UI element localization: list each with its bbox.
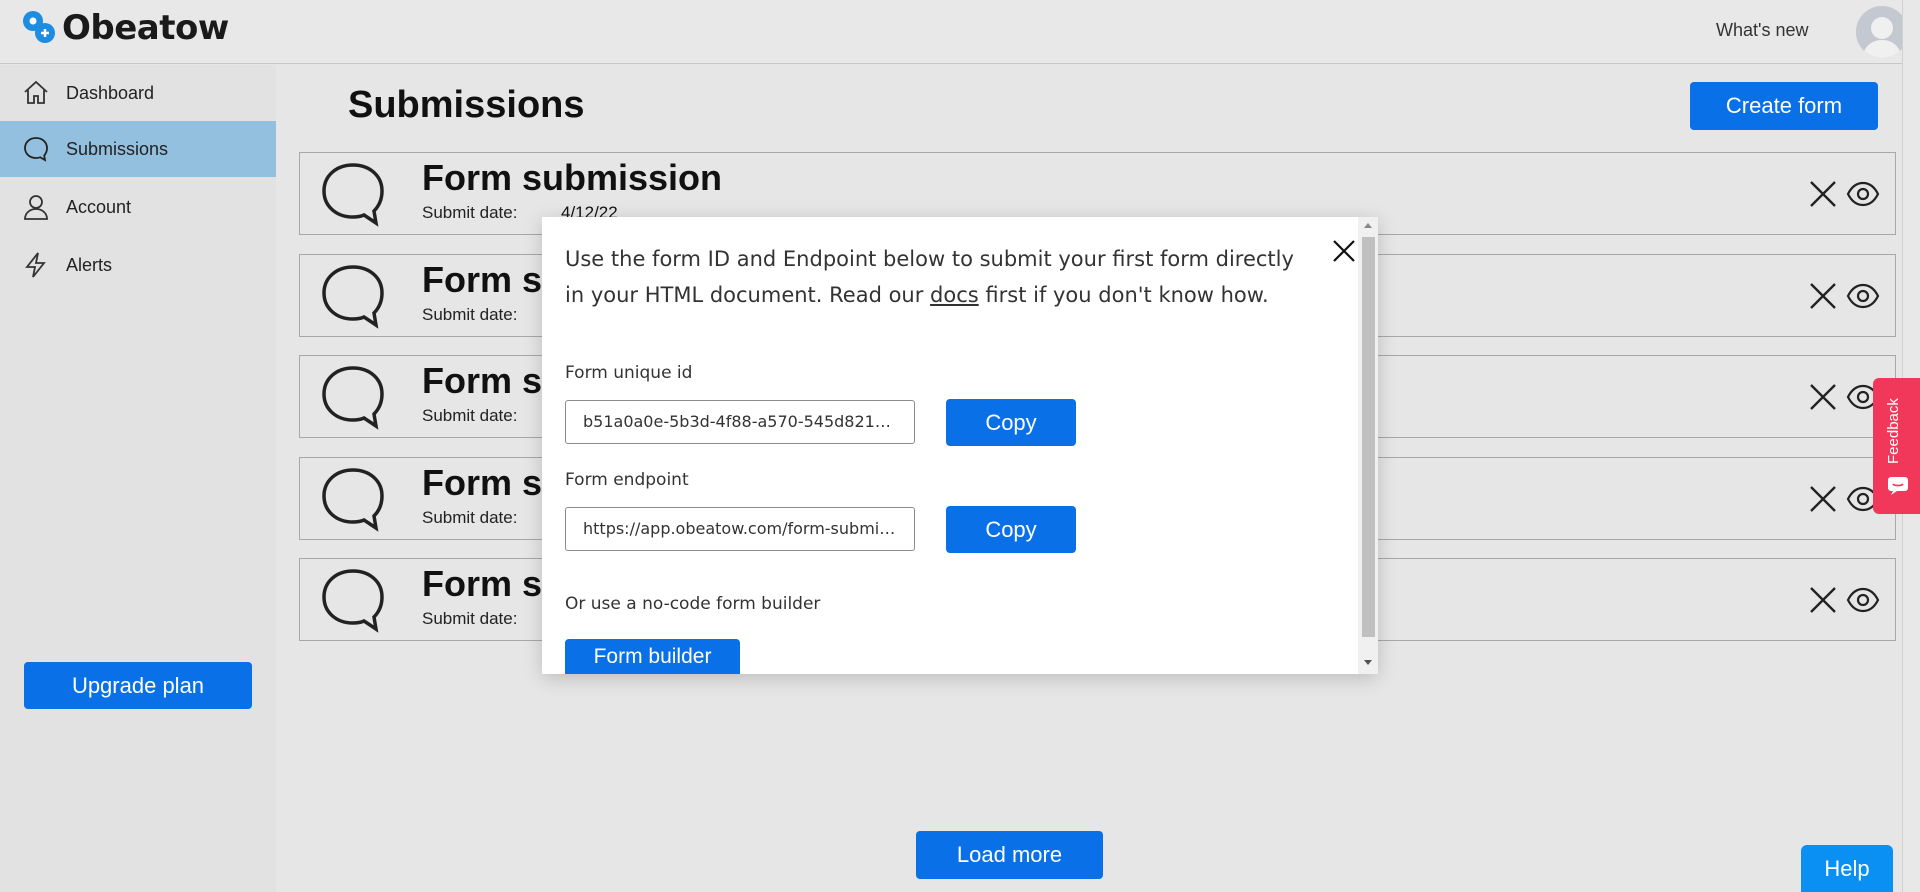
modal-scrollbar[interactable] <box>1358 217 1378 674</box>
modal-instructions: Use the form ID and Endpoint below to su… <box>565 241 1305 313</box>
feedback-chat-icon <box>1888 477 1908 495</box>
sidebar-item-submissions[interactable]: Submissions <box>0 121 276 177</box>
form-endpoint-input[interactable]: https://app.obeatow.com/form-submit-b51a… <box>565 507 915 551</box>
chat-bubble-icon <box>322 468 384 532</box>
sidebar-item-label: Submissions <box>66 138 169 159</box>
chat-bubble-icon <box>24 137 48 162</box>
sidebar-item-label: Account <box>66 196 132 217</box>
chat-bubble-icon <box>322 569 384 633</box>
row-date-label: Submit date: <box>422 305 518 324</box>
form-builder-button[interactable]: Form builder <box>565 639 740 674</box>
upgrade-plan-button[interactable]: Upgrade plan <box>24 662 252 709</box>
chat-bubble-icon <box>322 366 384 430</box>
scroll-up-icon[interactable] <box>1364 223 1372 228</box>
form-id-label: Form unique id <box>565 363 693 383</box>
help-button[interactable]: Help <box>1801 845 1893 892</box>
eye-icon[interactable] <box>1846 283 1880 309</box>
delete-icon[interactable] <box>1808 585 1838 615</box>
delete-icon[interactable] <box>1808 382 1838 412</box>
form-setup-modal: Use the form ID and Endpoint below to su… <box>542 217 1378 674</box>
app-logo[interactable]: Obeatow <box>20 8 229 48</box>
row-date-label: Submit date: <box>422 406 518 425</box>
create-form-button[interactable]: Create form <box>1690 82 1878 130</box>
sidebar-item-label: Alerts <box>66 254 113 275</box>
feedback-tab[interactable]: Feedback <box>1873 378 1920 514</box>
user-avatar-icon <box>1856 6 1908 58</box>
home-icon <box>24 80 48 104</box>
sidebar-item-label: Dashboard <box>66 82 155 103</box>
form-id-input[interactable]: b51a0a0e-5b3d-4f88-a570-545d821d26a7 <box>565 400 915 444</box>
lightning-icon <box>25 252 46 278</box>
load-more-button[interactable]: Load more <box>916 831 1103 879</box>
chat-bubble-icon <box>322 265 384 329</box>
app-name: Obeatow <box>62 8 229 48</box>
form-endpoint-label: Form endpoint <box>565 470 689 490</box>
row-title: Form submission <box>422 157 723 198</box>
sidebar-item-alerts[interactable]: Alerts <box>0 237 276 293</box>
user-icon <box>24 195 48 220</box>
delete-icon[interactable] <box>1808 179 1838 209</box>
feedback-label: Feedback <box>1885 398 1902 464</box>
row-date-label: Submit date: <box>422 508 518 527</box>
docs-link[interactable]: docs <box>930 283 979 307</box>
avatar[interactable] <box>1856 6 1908 58</box>
instructions-text-end: first if you don't know how. <box>978 283 1269 307</box>
row-date-label: Submit date: <box>422 609 518 628</box>
form-builder-hint: Or use a no-code form builder <box>565 594 821 614</box>
logo-icon <box>23 11 55 43</box>
sidebar-item-dashboard[interactable]: Dashboard <box>0 65 276 121</box>
chat-bubble-icon <box>322 163 384 227</box>
eye-icon[interactable] <box>1846 587 1880 613</box>
eye-icon[interactable] <box>1846 181 1880 207</box>
top-header: Obeatow What's new <box>0 0 1908 64</box>
close-icon[interactable] <box>1330 237 1358 265</box>
delete-icon[interactable] <box>1808 484 1838 514</box>
scrollbar-thumb[interactable] <box>1362 237 1375 637</box>
whats-new-link[interactable]: What's new <box>1716 20 1808 41</box>
scroll-down-icon[interactable] <box>1364 660 1372 665</box>
copy-id-button[interactable]: Copy <box>946 399 1076 446</box>
row-date-label: Submit date: <box>422 203 518 222</box>
page-title: Submissions <box>348 84 585 126</box>
sidebar-item-account[interactable]: Account <box>0 179 276 235</box>
copy-endpoint-button[interactable]: Copy <box>946 506 1076 553</box>
sidebar: Dashboard Submissions Account Alerts Upg… <box>0 65 276 892</box>
delete-icon[interactable] <box>1808 281 1838 311</box>
